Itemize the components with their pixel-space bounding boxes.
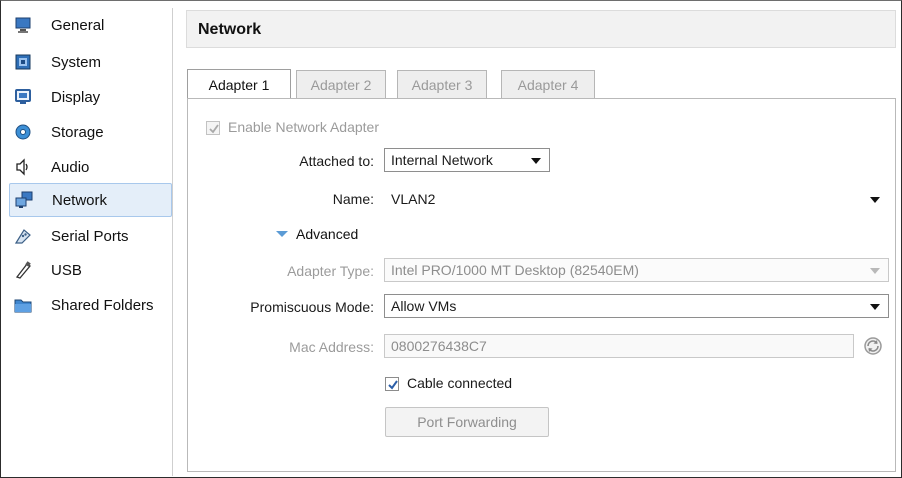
mac-address-value: 0800276438C7	[391, 338, 487, 354]
adapter-panel: Enable Network Adapter Attached to: Inte…	[187, 98, 896, 472]
sidebar-item-label: Network	[52, 191, 108, 209]
advanced-label: Advanced	[296, 226, 359, 242]
cable-connected-label: Cable connected	[407, 375, 513, 391]
sidebar-item-general[interactable]: General	[9, 8, 172, 42]
sidebar-item-label: USB	[51, 261, 82, 279]
sidebar-item-system[interactable]: System	[9, 45, 172, 79]
serial-port-icon	[12, 225, 34, 247]
attached-to-label: Attached to:	[299, 153, 374, 169]
sidebar-item-serial-ports[interactable]: Serial Ports	[9, 219, 172, 253]
tab-adapter-3[interactable]: Adapter 3	[397, 70, 487, 98]
adapter-type-select[interactable]: Intel PRO/1000 MT Desktop (82540EM)	[384, 258, 889, 282]
enable-adapter-checkbox[interactable]	[206, 121, 220, 135]
tab-adapter-2[interactable]: Adapter 2	[296, 70, 386, 98]
page-title: Network	[198, 21, 262, 38]
port-forwarding-button[interactable]: Port Forwarding	[385, 407, 549, 437]
attached-to-select[interactable]: Internal Network	[384, 148, 550, 172]
chevron-down-icon	[870, 304, 880, 310]
sidebar-item-label: Display	[51, 88, 101, 106]
sidebar-item-label: Serial Ports	[51, 227, 129, 245]
sidebar-item-label: Shared Folders	[51, 296, 154, 314]
disc-icon	[12, 121, 34, 143]
check-icon	[388, 380, 398, 390]
name-combobox[interactable]: VLAN2	[384, 187, 889, 211]
cable-connected-checkbox[interactable]	[385, 377, 399, 391]
promiscuous-mode-select[interactable]: Allow VMs	[384, 294, 889, 318]
sidebar-item-label: Audio	[51, 158, 90, 176]
sidebar-item-audio[interactable]: Audio	[9, 150, 172, 184]
check-icon	[209, 124, 219, 134]
sidebar-item-storage[interactable]: Storage	[9, 115, 172, 149]
name-value: VLAN2	[391, 191, 436, 207]
mac-address-label: Mac Address:	[289, 339, 374, 355]
settings-sidebar: General System Display Storage Audio Net…	[1, 8, 173, 476]
sidebar-item-label: General	[51, 16, 105, 34]
sidebar-item-shared-folders[interactable]: Shared Folders	[9, 288, 172, 322]
promiscuous-mode-label: Promiscuous Mode:	[250, 299, 374, 315]
usb-icon	[12, 259, 34, 281]
sidebar-item-label: System	[51, 53, 102, 71]
chevron-down-icon	[531, 158, 541, 164]
folder-icon	[12, 294, 34, 316]
section-header: Network	[186, 10, 896, 48]
tab-adapter-1[interactable]: Adapter 1	[187, 69, 291, 99]
display-icon	[12, 86, 34, 108]
network-icon	[13, 189, 35, 211]
monitor-icon	[12, 14, 34, 36]
sidebar-item-label: Storage	[51, 123, 104, 141]
expand-triangle-icon	[276, 231, 288, 237]
promiscuous-mode-value: Allow VMs	[391, 298, 457, 314]
refresh-icon	[864, 337, 882, 355]
name-label: Name:	[332, 191, 374, 207]
chip-icon	[12, 51, 34, 73]
attached-to-value: Internal Network	[391, 152, 493, 168]
mac-address-field[interactable]: 0800276438C7	[384, 334, 854, 358]
chevron-down-icon	[870, 268, 880, 274]
sidebar-item-usb[interactable]: USB	[9, 253, 172, 287]
refresh-mac-button[interactable]	[862, 335, 884, 357]
tab-adapter-4[interactable]: Adapter 4	[501, 70, 595, 98]
adapter-type-label: Adapter Type:	[287, 263, 374, 279]
enable-adapter-label: Enable Network Adapter	[228, 119, 379, 135]
sidebar-item-display[interactable]: Display	[9, 80, 172, 114]
sidebar-item-network[interactable]: Network	[9, 183, 172, 217]
advanced-toggle[interactable]: Advanced	[276, 226, 358, 242]
speaker-icon	[12, 156, 34, 178]
chevron-down-icon	[870, 197, 880, 203]
adapter-type-value: Intel PRO/1000 MT Desktop (82540EM)	[391, 262, 639, 278]
